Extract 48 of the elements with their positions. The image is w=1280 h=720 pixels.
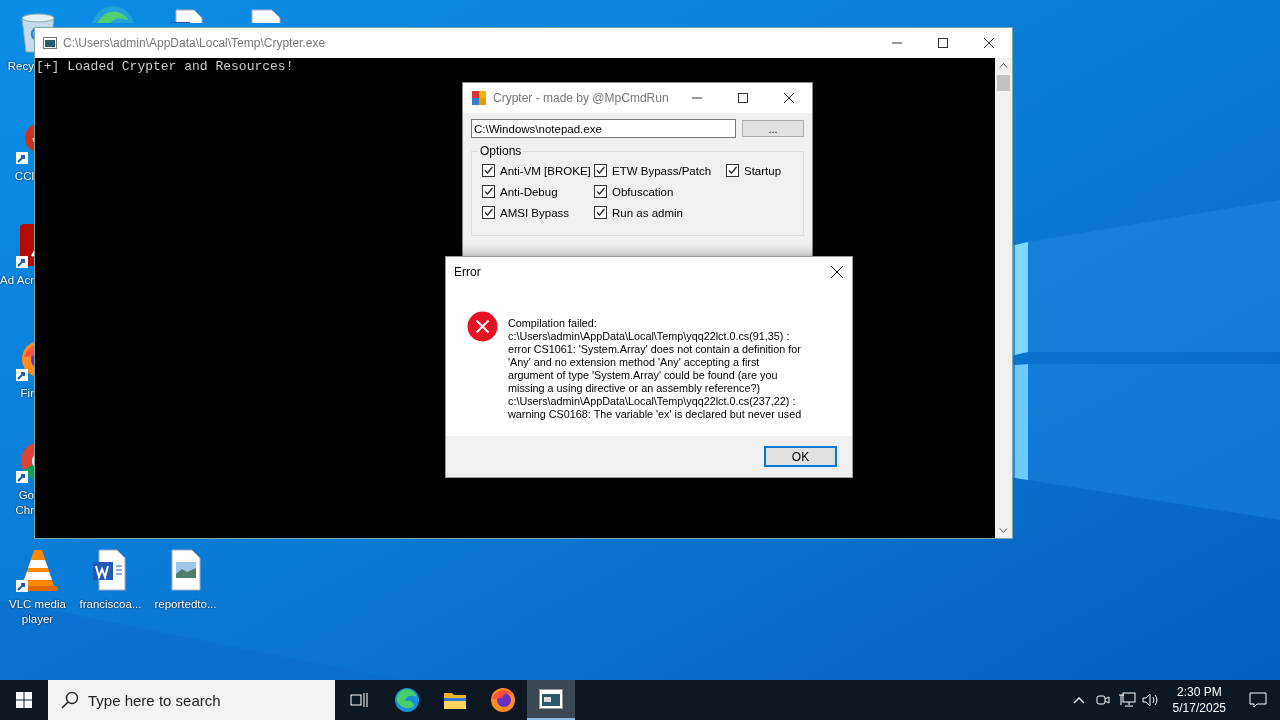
browser-icon	[394, 687, 420, 713]
scrollbar[interactable]	[995, 58, 1012, 538]
error-icon	[467, 311, 498, 342]
clock-date[interactable]: 5/17/2025	[1172, 700, 1226, 716]
console-window-icon	[43, 37, 57, 49]
browser-icon	[490, 687, 516, 713]
checkbox[interactable]	[594, 185, 607, 198]
checkbox[interactable]	[726, 164, 739, 177]
browse-button[interactable]: ...	[742, 120, 804, 137]
icon-label: Fir	[19, 386, 34, 401]
window-title: Crypter - made by @MpCmdRun	[493, 91, 669, 105]
icon-label: Recy	[6, 59, 34, 74]
checkbox[interactable]	[482, 185, 495, 198]
icon-label: VLC media player	[8, 597, 67, 627]
dialog-title: Error	[454, 265, 481, 279]
group-label: Options	[479, 144, 523, 158]
option-label[interactable]: Obfuscation	[612, 185, 674, 198]
window-title: C:\Users\admin\AppData\Local\Temp\Crypter.exe	[63, 36, 326, 50]
icon-label: franciscoa...	[78, 597, 143, 612]
console-line: [+] Loaded Crypter and Resources!	[36, 59, 295, 75]
checkbox[interactable]	[482, 164, 495, 177]
option-label[interactable]: Anti-Debug	[500, 185, 558, 198]
scrollbar-thumb[interactable]	[997, 75, 1010, 91]
search-field[interactable]: Type here to search	[48, 680, 335, 720]
checkbox[interactable]	[594, 206, 607, 219]
icon-label: Go Chr	[14, 488, 34, 518]
option-label[interactable]: Anti-VM [BROKE]	[500, 164, 591, 177]
task-view-icon	[350, 692, 368, 708]
checkbox[interactable]	[482, 206, 495, 219]
option-label[interactable]: Startup	[744, 164, 782, 177]
app-icon	[471, 90, 487, 106]
clock-time[interactable]: 2:30 PM	[1176, 684, 1222, 700]
scroll-up-icon[interactable]	[999, 63, 1008, 68]
icon-label: reportedto...	[153, 597, 218, 612]
icon-label: Ad Acr	[0, 273, 34, 288]
taskbar-app-button[interactable]	[527, 680, 575, 720]
checkbox[interactable]	[594, 164, 607, 177]
scroll-down-icon[interactable]	[999, 528, 1008, 533]
option-label[interactable]: AMSI Bypass	[500, 206, 570, 219]
ok-button[interactable]: OK	[764, 446, 837, 467]
folder-icon	[443, 690, 467, 710]
option-label[interactable]: Run as admin	[612, 206, 683, 219]
icon-label: CCl	[13, 169, 34, 184]
error-message: Compilation failed: c:\Users\admin\AppData\Local\Temp\yqq22lct.0.cs(91,35) : error CS1061: 'System.Array' does not contain a definition for 'Any' and no extension method 'Any' accepting a first argument of type 'System.Array' could be found (are you missing a using directive or an assembly reference?) c:\Users\admin\AppData\Local\Temp\yqq22lct.0.cs(237,22) : warning CS0168: The variable 'ex' is declared but never used	[508, 317, 802, 422]
file-path-field[interactable]: C:\Windows\notepad.exe	[471, 119, 736, 138]
app-window-icon	[539, 689, 563, 709]
windows-logo-icon	[16, 692, 32, 708]
option-label[interactable]: ETW Bypass/Patch	[612, 164, 712, 177]
